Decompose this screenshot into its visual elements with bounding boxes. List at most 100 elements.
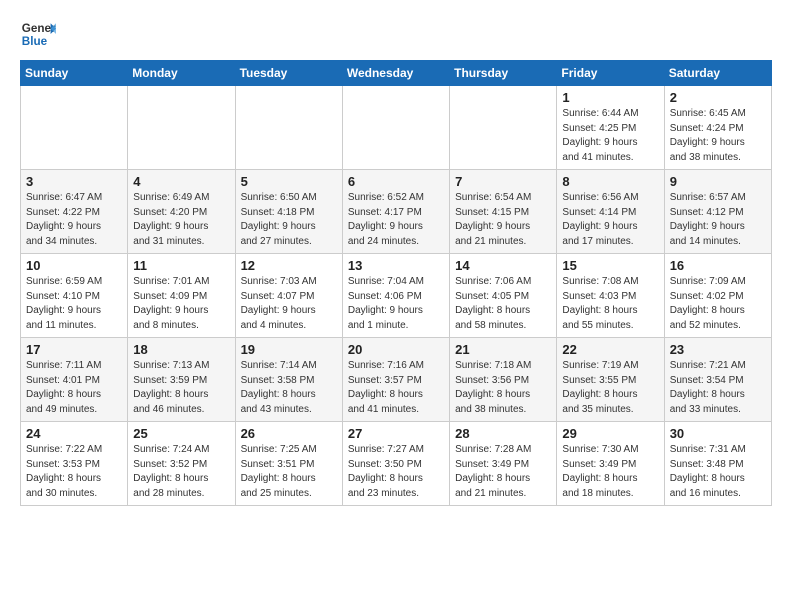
day-number: 8 [562,174,658,189]
day-number: 22 [562,342,658,357]
calendar-cell [128,86,235,170]
day-info: Sunrise: 7:21 AMSunset: 3:54 PMDaylight:… [670,359,766,417]
logo: General Blue [20,16,58,52]
day-info: Sunrise: 7:06 AMSunset: 4:05 PMDaylight:… [455,275,551,333]
calendar-cell: 22 Sunrise: 7:19 AMSunset: 3:55 PMDayligh… [557,338,664,422]
weekday-header-monday: Monday [128,61,235,86]
day-info: Sunrise: 7:04 AMSunset: 4:06 PMDaylight:… [348,275,444,333]
calendar-cell: 20 Sunrise: 7:16 AMSunset: 3:57 PMDayligh… [342,338,449,422]
calendar-cell: 26 Sunrise: 7:25 AMSunset: 3:51 PMDayligh… [235,422,342,506]
day-number: 14 [455,258,551,273]
calendar-cell: 28Sunrise: 7:28 AMSunset: 3:49 PMDayligh… [450,422,557,506]
day-number: 17 [26,342,122,357]
calendar-cell: 9 Sunrise: 6:57 AMSunset: 4:12 PMDaylight… [664,170,771,254]
calendar-cell: 19 Sunrise: 7:14 AMSunset: 3:58 PMDayligh… [235,338,342,422]
calendar-cell [235,86,342,170]
day-number: 10 [26,258,122,273]
day-number: 7 [455,174,551,189]
calendar-cell: 14 Sunrise: 7:06 AMSunset: 4:05 PMDayligh… [450,254,557,338]
day-info: Sunrise: 6:54 AMSunset: 4:15 PMDaylight:… [455,191,551,249]
calendar-cell: 12 Sunrise: 7:03 AMSunset: 4:07 PMDayligh… [235,254,342,338]
weekday-header-sunday: Sunday [21,61,128,86]
calendar-cell [450,86,557,170]
day-number: 28 [455,426,551,441]
day-number: 5 [241,174,337,189]
day-number: 18 [133,342,229,357]
calendar-cell: 2 Sunrise: 6:45 AMSunset: 4:24 PMDaylight… [664,86,771,170]
day-info: Sunrise: 6:59 AMSunset: 4:10 PMDaylight:… [26,275,122,333]
calendar-cell: 6 Sunrise: 6:52 AMSunset: 4:17 PMDaylight… [342,170,449,254]
day-info: Sunrise: 6:44 AMSunset: 4:25 PMDaylight:… [562,107,658,165]
day-info: Sunrise: 7:18 AMSunset: 3:56 PMDaylight:… [455,359,551,417]
day-number: 20 [348,342,444,357]
weekday-header-thursday: Thursday [450,61,557,86]
day-number: 15 [562,258,658,273]
day-info: Sunrise: 7:03 AMSunset: 4:07 PMDaylight:… [241,275,337,333]
day-number: 4 [133,174,229,189]
day-number: 19 [241,342,337,357]
day-info: Sunrise: 7:22 AMSunset: 3:53 PMDaylight:… [26,443,122,501]
day-info: Sunrise: 7:01 AMSunset: 4:09 PMDaylight:… [133,275,229,333]
week-row-3: 10 Sunrise: 6:59 AMSunset: 4:10 PMDayligh… [21,254,772,338]
day-info: Sunrise: 7:08 AMSunset: 4:03 PMDaylight:… [562,275,658,333]
day-info: Sunrise: 7:14 AMSunset: 3:58 PMDaylight:… [241,359,337,417]
day-info: Sunrise: 7:27 AMSunset: 3:50 PMDaylight:… [348,443,444,501]
day-number: 11 [133,258,229,273]
day-info: Sunrise: 7:11 AMSunset: 4:01 PMDaylight:… [26,359,122,417]
weekday-header-tuesday: Tuesday [235,61,342,86]
day-number: 23 [670,342,766,357]
calendar-cell [342,86,449,170]
day-number: 6 [348,174,444,189]
day-info: Sunrise: 6:49 AMSunset: 4:20 PMDaylight:… [133,191,229,249]
weekday-header-wednesday: Wednesday [342,61,449,86]
calendar-table: SundayMondayTuesdayWednesdayThursdayFrid… [20,60,772,506]
day-number: 24 [26,426,122,441]
day-number: 21 [455,342,551,357]
calendar-cell: 10 Sunrise: 6:59 AMSunset: 4:10 PMDayligh… [21,254,128,338]
calendar-cell: 1Sunrise: 6:44 AMSunset: 4:25 PMDaylight… [557,86,664,170]
week-row-2: 3Sunrise: 6:47 AMSunset: 4:22 PMDaylight… [21,170,772,254]
week-row-5: 24 Sunrise: 7:22 AMSunset: 3:53 PMDayligh… [21,422,772,506]
day-number: 2 [670,90,766,105]
day-info: Sunrise: 6:56 AMSunset: 4:14 PMDaylight:… [562,191,658,249]
day-info: Sunrise: 7:13 AMSunset: 3:59 PMDaylight:… [133,359,229,417]
calendar-cell: 24 Sunrise: 7:22 AMSunset: 3:53 PMDayligh… [21,422,128,506]
calendar-cell: 3Sunrise: 6:47 AMSunset: 4:22 PMDaylight… [21,170,128,254]
day-number: 3 [26,174,122,189]
day-number: 26 [241,426,337,441]
day-number: 29 [562,426,658,441]
day-number: 30 [670,426,766,441]
weekday-header-saturday: Saturday [664,61,771,86]
day-number: 12 [241,258,337,273]
calendar-cell: 27 Sunrise: 7:27 AMSunset: 3:50 PMDayligh… [342,422,449,506]
calendar-cell: 25Sunrise: 7:24 AMSunset: 3:52 PMDayligh… [128,422,235,506]
day-number: 9 [670,174,766,189]
calendar-cell: 23 Sunrise: 7:21 AMSunset: 3:54 PMDayligh… [664,338,771,422]
svg-text:Blue: Blue [22,35,48,48]
day-number: 25 [133,426,229,441]
day-info: Sunrise: 6:45 AMSunset: 4:24 PMDaylight:… [670,107,766,165]
calendar-cell: 15 Sunrise: 7:08 AMSunset: 4:03 PMDayligh… [557,254,664,338]
day-info: Sunrise: 7:19 AMSunset: 3:55 PMDaylight:… [562,359,658,417]
calendar-cell: 18 Sunrise: 7:13 AMSunset: 3:59 PMDayligh… [128,338,235,422]
calendar-cell: 5Sunrise: 6:50 AMSunset: 4:18 PMDaylight… [235,170,342,254]
day-info: Sunrise: 7:31 AMSunset: 3:48 PMDaylight:… [670,443,766,501]
calendar-cell: 13 Sunrise: 7:04 AMSunset: 4:06 PMDayligh… [342,254,449,338]
calendar-cell: 8 Sunrise: 6:56 AMSunset: 4:14 PMDaylight… [557,170,664,254]
day-number: 13 [348,258,444,273]
calendar-cell: 11 Sunrise: 7:01 AMSunset: 4:09 PMDayligh… [128,254,235,338]
calendar-cell: 30 Sunrise: 7:31 AMSunset: 3:48 PMDayligh… [664,422,771,506]
day-info: Sunrise: 7:16 AMSunset: 3:57 PMDaylight:… [348,359,444,417]
calendar-cell: 7 Sunrise: 6:54 AMSunset: 4:15 PMDaylight… [450,170,557,254]
weekday-header-row: SundayMondayTuesdayWednesdayThursdayFrid… [21,61,772,86]
logo-icon: General Blue [20,16,56,52]
day-info: Sunrise: 7:09 AMSunset: 4:02 PMDaylight:… [670,275,766,333]
day-info: Sunrise: 7:25 AMSunset: 3:51 PMDaylight:… [241,443,337,501]
week-row-1: 1Sunrise: 6:44 AMSunset: 4:25 PMDaylight… [21,86,772,170]
day-info: Sunrise: 6:52 AMSunset: 4:17 PMDaylight:… [348,191,444,249]
day-number: 27 [348,426,444,441]
day-info: Sunrise: 6:57 AMSunset: 4:12 PMDaylight:… [670,191,766,249]
week-row-4: 17 Sunrise: 7:11 AMSunset: 4:01 PMDayligh… [21,338,772,422]
calendar-cell: 4 Sunrise: 6:49 AMSunset: 4:20 PMDaylight… [128,170,235,254]
weekday-header-friday: Friday [557,61,664,86]
